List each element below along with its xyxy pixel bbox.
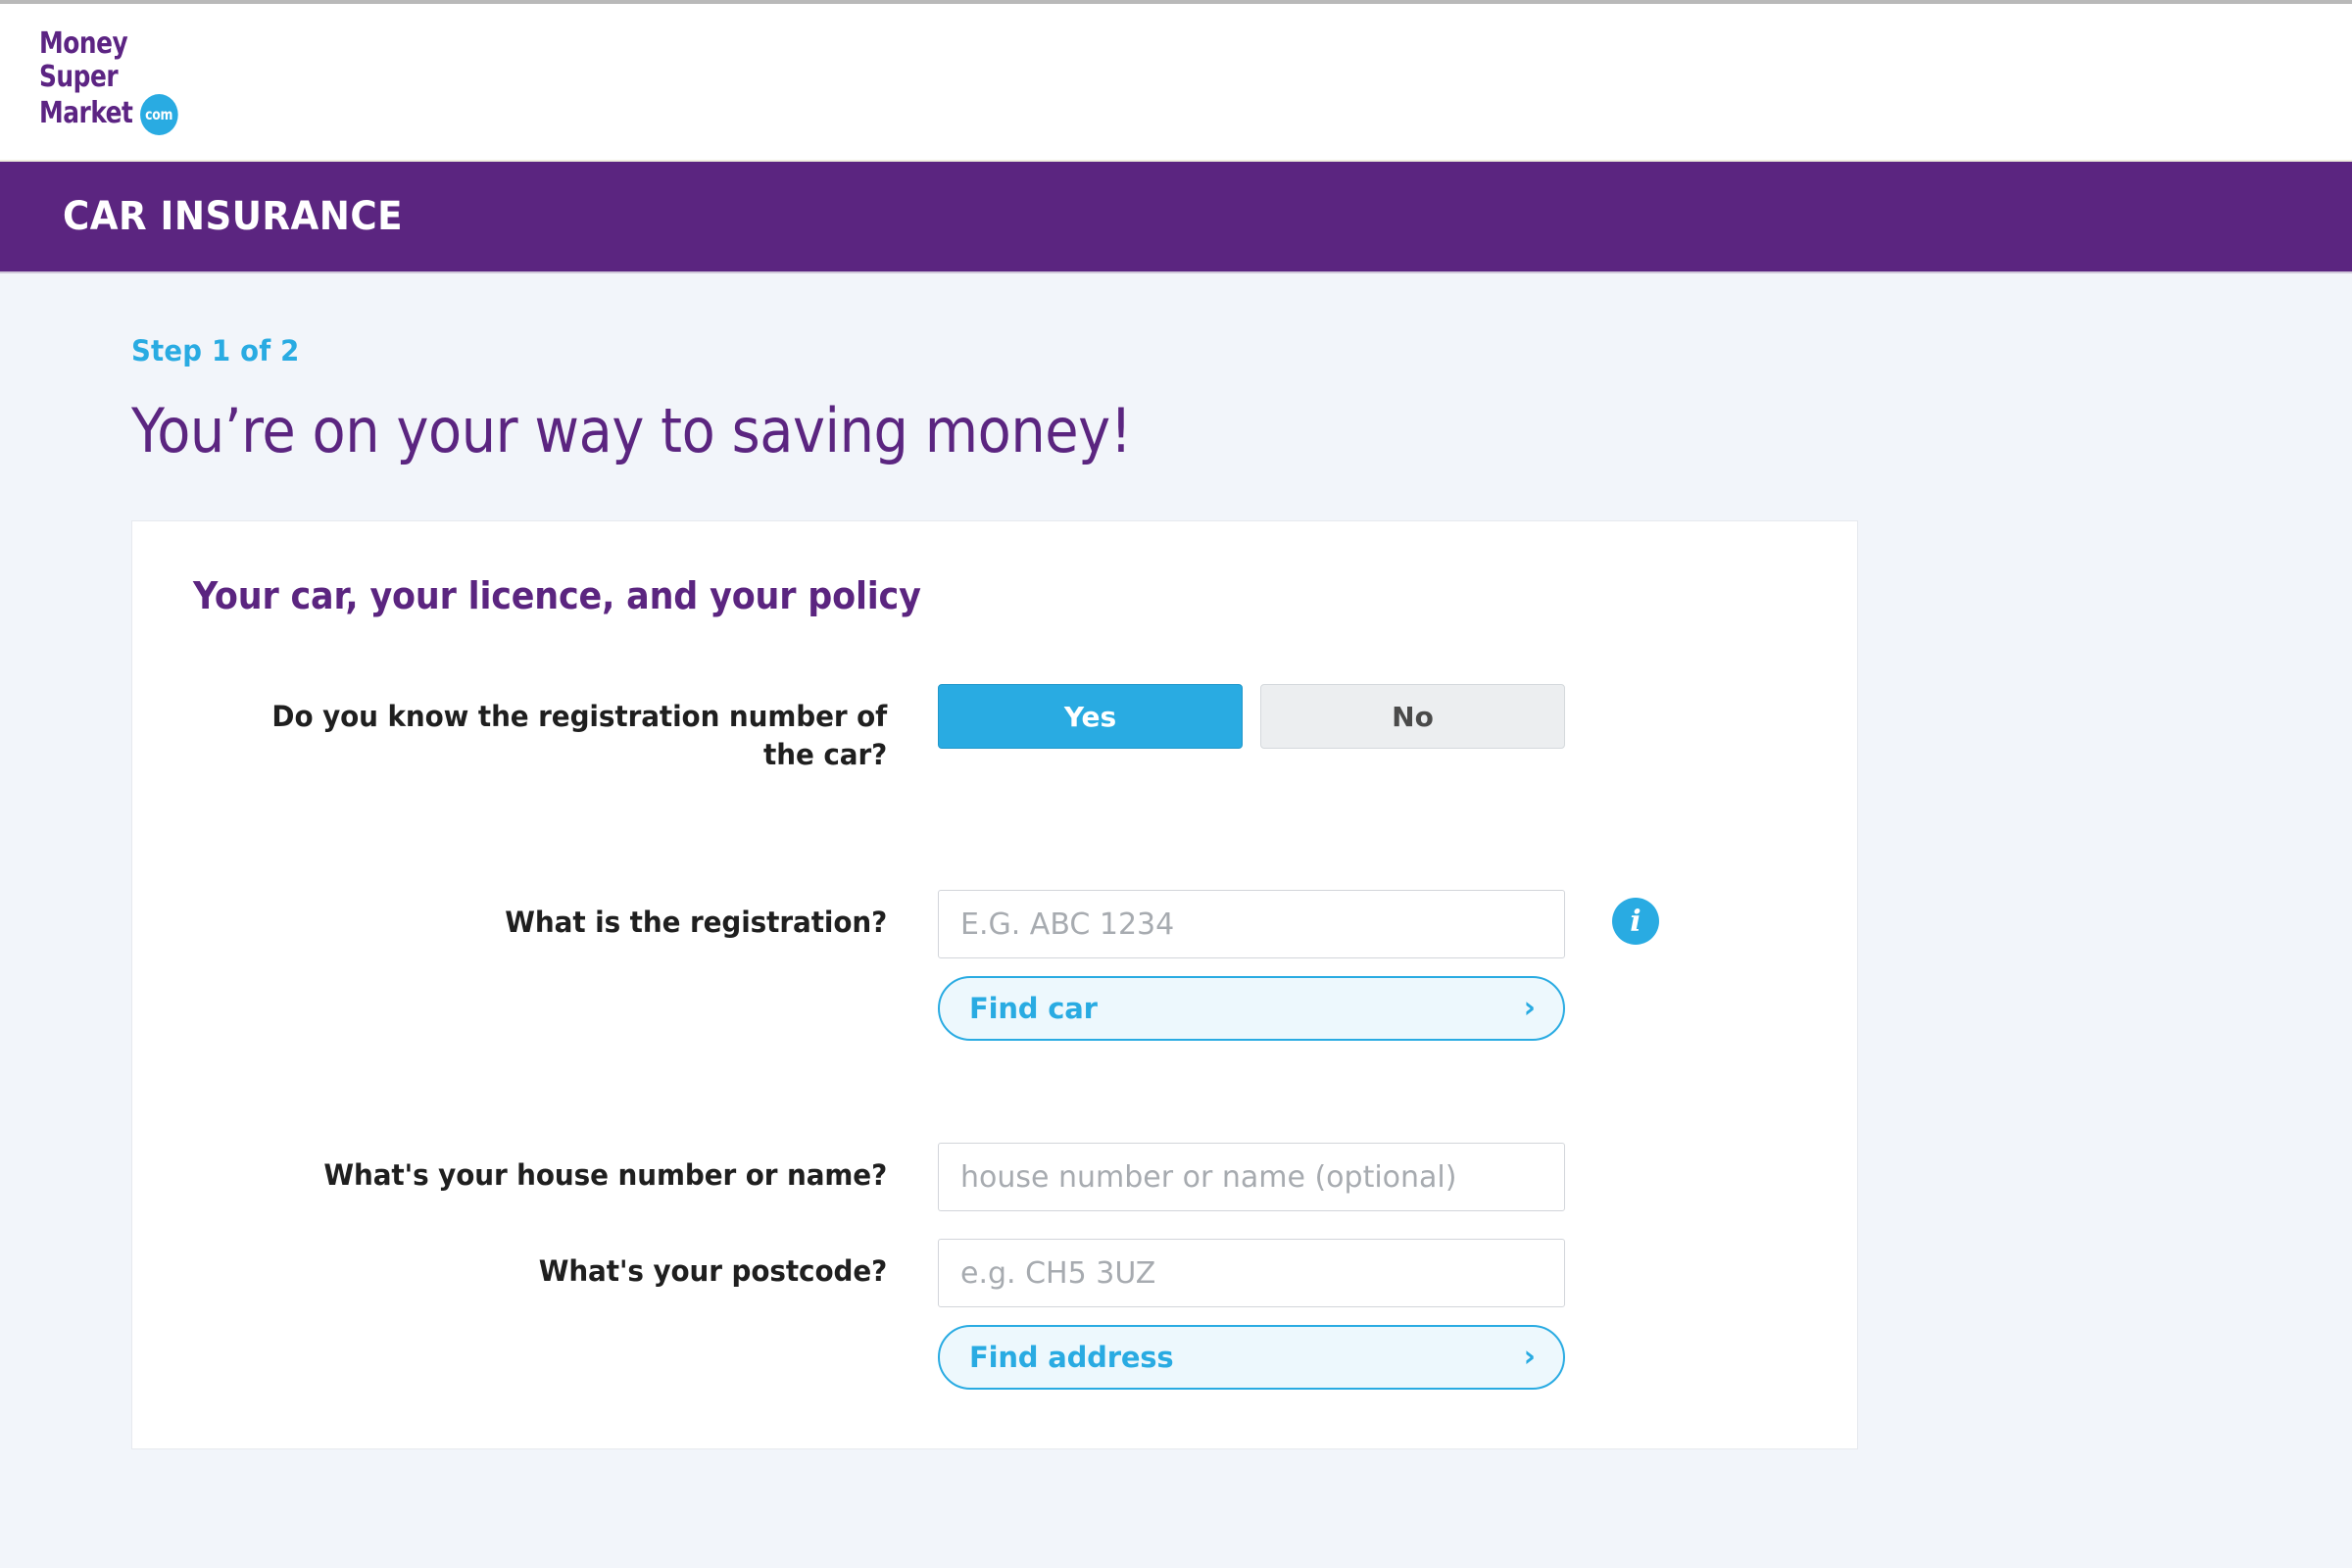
label-registration-known: Do you know the registration number of t… (271, 700, 888, 771)
label-postcode: What's your postcode? (538, 1254, 888, 1288)
site-header: Money Super Market com (0, 4, 2352, 160)
find-address-button[interactable]: Find address › (938, 1325, 1565, 1390)
card-heading: Your car, your licence, and your policy (193, 574, 921, 617)
logo-line-3: Market (39, 96, 133, 130)
logo-line-2: Super (39, 60, 119, 94)
row-registration: What is the registration? Find car › i (193, 890, 1796, 1041)
find-car-button[interactable]: Find car › (938, 976, 1565, 1041)
find-car-button-label: Find car (969, 992, 1098, 1025)
logo-line-1: Money (39, 26, 128, 61)
find-address-button-label: Find address (969, 1341, 1174, 1374)
info-icon[interactable]: i (1612, 898, 1659, 945)
registration-input[interactable] (938, 890, 1565, 958)
row-house-number: What's your house number or name? (193, 1143, 1796, 1211)
registration-known-no-button[interactable]: No (1260, 684, 1565, 749)
postcode-input[interactable] (938, 1239, 1565, 1307)
moneysupermarket-logo[interactable]: Money Super Market com (39, 27, 265, 137)
label-house-number: What's your house number or name? (323, 1158, 888, 1192)
quote-form-card: Your car, your licence, and your policy … (131, 520, 1858, 1449)
toggle-registration-known: Yes No (938, 684, 1565, 749)
row-postcode: What's your postcode? Find address › (193, 1239, 1796, 1390)
product-band-title: CAR INSURANCE (63, 194, 403, 239)
page-title: You’re on your way to saving money! (131, 395, 1132, 466)
row-registration-known: Do you know the registration number of t… (193, 684, 1796, 774)
logo-dotcom-badge: com (139, 94, 178, 135)
page-body: Step 1 of 2 You’re on your way to saving… (0, 273, 2352, 1568)
registration-known-yes-button[interactable]: Yes (938, 684, 1243, 749)
product-band: CAR INSURANCE (0, 160, 2352, 273)
chevron-right-icon: › (1523, 1340, 1536, 1374)
label-registration: What is the registration? (505, 906, 888, 939)
house-number-input[interactable] (938, 1143, 1565, 1211)
step-indicator: Step 1 of 2 (131, 334, 300, 368)
chevron-right-icon: › (1523, 991, 1536, 1025)
